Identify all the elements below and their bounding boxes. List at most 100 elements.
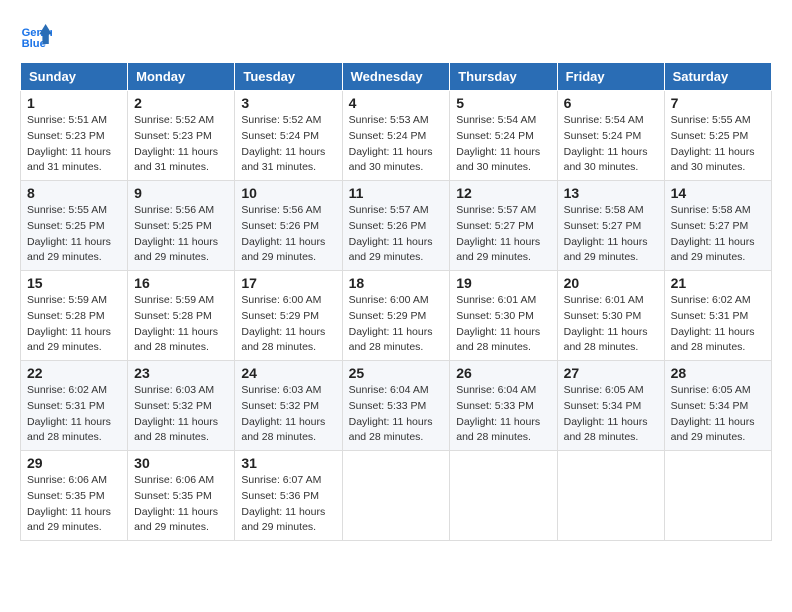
day-info: Sunrise: 6:04 AMSunset: 5:33 PMDaylight:…: [349, 383, 444, 446]
day-number: 23: [134, 365, 228, 381]
day-info: Sunrise: 6:04 AMSunset: 5:33 PMDaylight:…: [456, 383, 550, 446]
calendar-cell: 4Sunrise: 5:53 AMSunset: 5:24 PMDaylight…: [342, 91, 450, 181]
calendar-cell: 16Sunrise: 5:59 AMSunset: 5:28 PMDayligh…: [128, 271, 235, 361]
day-info: Sunrise: 6:06 AMSunset: 5:35 PMDaylight:…: [134, 473, 228, 536]
day-number: 29: [27, 455, 121, 471]
day-number: 16: [134, 275, 228, 291]
calendar-cell: [450, 451, 557, 541]
day-info: Sunrise: 6:02 AMSunset: 5:31 PMDaylight:…: [671, 293, 765, 356]
day-info: Sunrise: 6:00 AMSunset: 5:29 PMDaylight:…: [241, 293, 335, 356]
calendar-cell: 8 Sunrise: 5:55 AMSunset: 5:25 PMDaylight…: [21, 181, 128, 271]
calendar-cell: 25 Sunrise: 6:04 AMSunset: 5:33 PMDayligh…: [342, 361, 450, 451]
day-info: Sunrise: 6:06 AMSunset: 5:35 PMDaylight:…: [27, 473, 121, 536]
day-info: Sunrise: 5:56 AMSunset: 5:25 PMDaylight:…: [134, 203, 228, 266]
weekday-header-friday: Friday: [557, 63, 664, 91]
calendar-cell: 31 Sunrise: 6:07 AMSunset: 5:36 PMDayligh…: [235, 451, 342, 541]
day-number: 24: [241, 365, 335, 381]
day-number: 22: [27, 365, 121, 381]
week-row-1: 1 Sunrise: 5:51 AMSunset: 5:23 PMDaylight…: [21, 91, 772, 181]
day-number: 31: [241, 455, 335, 471]
day-info: Sunrise: 5:57 AMSunset: 5:26 PMDaylight:…: [349, 203, 444, 266]
day-info: Sunrise: 5:51 AMSunset: 5:23 PMDaylight:…: [27, 113, 121, 176]
day-info: Sunrise: 5:58 AMSunset: 5:27 PMDaylight:…: [564, 203, 658, 266]
day-number: 1: [27, 95, 121, 111]
day-info: Sunrise: 6:07 AMSunset: 5:36 PMDaylight:…: [241, 473, 335, 536]
day-info: Sunrise: 5:52 AMSunset: 5:24 PMDaylight:…: [241, 113, 335, 176]
week-row-3: 15 Sunrise: 5:59 AMSunset: 5:28 PMDayligh…: [21, 271, 772, 361]
day-number: 12: [456, 185, 550, 201]
calendar-cell: 20 Sunrise: 6:01 AMSunset: 5:30 PMDayligh…: [557, 271, 664, 361]
calendar-cell: 13 Sunrise: 5:58 AMSunset: 5:27 PMDayligh…: [557, 181, 664, 271]
day-number: 27: [564, 365, 658, 381]
day-number: 6: [564, 95, 658, 111]
day-number: 10: [241, 185, 335, 201]
header: General Blue: [20, 20, 772, 52]
day-number: 26: [456, 365, 550, 381]
calendar-cell: 19 Sunrise: 6:01 AMSunset: 5:30 PMDayligh…: [450, 271, 557, 361]
day-number: 28: [671, 365, 765, 381]
day-number: 7: [671, 95, 765, 111]
calendar-cell: 15 Sunrise: 5:59 AMSunset: 5:28 PMDayligh…: [21, 271, 128, 361]
day-info: Sunrise: 5:59 AMSunset: 5:28 PMDaylight:…: [27, 293, 121, 356]
calendar-cell: 18Sunrise: 6:00 AMSunset: 5:29 PMDayligh…: [342, 271, 450, 361]
calendar-cell: 22 Sunrise: 6:02 AMSunset: 5:31 PMDayligh…: [21, 361, 128, 451]
calendar-table: SundayMondayTuesdayWednesdayThursdayFrid…: [20, 62, 772, 541]
logo-icon: General Blue: [20, 20, 52, 52]
day-number: 2: [134, 95, 228, 111]
calendar-cell: [664, 451, 771, 541]
calendar-cell: 9 Sunrise: 5:56 AMSunset: 5:25 PMDaylight…: [128, 181, 235, 271]
day-info: Sunrise: 5:55 AMSunset: 5:25 PMDaylight:…: [671, 113, 765, 176]
calendar-cell: 26 Sunrise: 6:04 AMSunset: 5:33 PMDayligh…: [450, 361, 557, 451]
calendar-cell: 12 Sunrise: 5:57 AMSunset: 5:27 PMDayligh…: [450, 181, 557, 271]
day-number: 15: [27, 275, 121, 291]
day-info: Sunrise: 6:05 AMSunset: 5:34 PMDaylight:…: [564, 383, 658, 446]
day-number: 20: [564, 275, 658, 291]
day-number: 21: [671, 275, 765, 291]
day-number: 8: [27, 185, 121, 201]
week-row-2: 8 Sunrise: 5:55 AMSunset: 5:25 PMDaylight…: [21, 181, 772, 271]
weekday-header-thursday: Thursday: [450, 63, 557, 91]
day-number: 11: [349, 185, 444, 201]
day-info: Sunrise: 6:02 AMSunset: 5:31 PMDaylight:…: [27, 383, 121, 446]
day-info: Sunrise: 6:05 AMSunset: 5:34 PMDaylight:…: [671, 383, 765, 446]
day-info: Sunrise: 6:03 AMSunset: 5:32 PMDaylight:…: [134, 383, 228, 446]
day-info: Sunrise: 5:57 AMSunset: 5:27 PMDaylight:…: [456, 203, 550, 266]
day-info: Sunrise: 5:55 AMSunset: 5:25 PMDaylight:…: [27, 203, 121, 266]
day-number: 5: [456, 95, 550, 111]
day-info: Sunrise: 5:56 AMSunset: 5:26 PMDaylight:…: [241, 203, 335, 266]
weekday-header-wednesday: Wednesday: [342, 63, 450, 91]
svg-text:Blue: Blue: [22, 38, 46, 50]
calendar-cell: 11 Sunrise: 5:57 AMSunset: 5:26 PMDayligh…: [342, 181, 450, 271]
day-info: Sunrise: 5:54 AMSunset: 5:24 PMDaylight:…: [564, 113, 658, 176]
day-number: 14: [671, 185, 765, 201]
day-info: Sunrise: 6:03 AMSunset: 5:32 PMDaylight:…: [241, 383, 335, 446]
day-number: 25: [349, 365, 444, 381]
calendar-cell: [557, 451, 664, 541]
calendar-cell: 17 Sunrise: 6:00 AMSunset: 5:29 PMDayligh…: [235, 271, 342, 361]
calendar-cell: 7 Sunrise: 5:55 AMSunset: 5:25 PMDaylight…: [664, 91, 771, 181]
day-info: Sunrise: 5:58 AMSunset: 5:27 PMDaylight:…: [671, 203, 765, 266]
calendar-cell: 28 Sunrise: 6:05 AMSunset: 5:34 PMDayligh…: [664, 361, 771, 451]
weekday-header-monday: Monday: [128, 63, 235, 91]
day-number: 13: [564, 185, 658, 201]
weekday-header-row: SundayMondayTuesdayWednesdayThursdayFrid…: [21, 63, 772, 91]
calendar-cell: 14 Sunrise: 5:58 AMSunset: 5:27 PMDayligh…: [664, 181, 771, 271]
week-row-4: 22 Sunrise: 6:02 AMSunset: 5:31 PMDayligh…: [21, 361, 772, 451]
day-info: Sunrise: 6:01 AMSunset: 5:30 PMDaylight:…: [456, 293, 550, 356]
calendar-cell: 29 Sunrise: 6:06 AMSunset: 5:35 PMDayligh…: [21, 451, 128, 541]
calendar-cell: 1 Sunrise: 5:51 AMSunset: 5:23 PMDaylight…: [21, 91, 128, 181]
day-number: 9: [134, 185, 228, 201]
calendar-cell: 5Sunrise: 5:54 AMSunset: 5:24 PMDaylight…: [450, 91, 557, 181]
day-info: Sunrise: 6:01 AMSunset: 5:30 PMDaylight:…: [564, 293, 658, 356]
calendar-cell: 30 Sunrise: 6:06 AMSunset: 5:35 PMDayligh…: [128, 451, 235, 541]
day-number: 3: [241, 95, 335, 111]
calendar-cell: 21 Sunrise: 6:02 AMSunset: 5:31 PMDayligh…: [664, 271, 771, 361]
calendar-cell: 3 Sunrise: 5:52 AMSunset: 5:24 PMDaylight…: [235, 91, 342, 181]
calendar-cell: 24 Sunrise: 6:03 AMSunset: 5:32 PMDayligh…: [235, 361, 342, 451]
day-info: Sunrise: 6:00 AMSunset: 5:29 PMDaylight:…: [349, 293, 444, 356]
day-info: Sunrise: 5:53 AMSunset: 5:24 PMDaylight:…: [349, 113, 444, 176]
day-number: 30: [134, 455, 228, 471]
weekday-header-sunday: Sunday: [21, 63, 128, 91]
day-number: 19: [456, 275, 550, 291]
day-number: 17: [241, 275, 335, 291]
